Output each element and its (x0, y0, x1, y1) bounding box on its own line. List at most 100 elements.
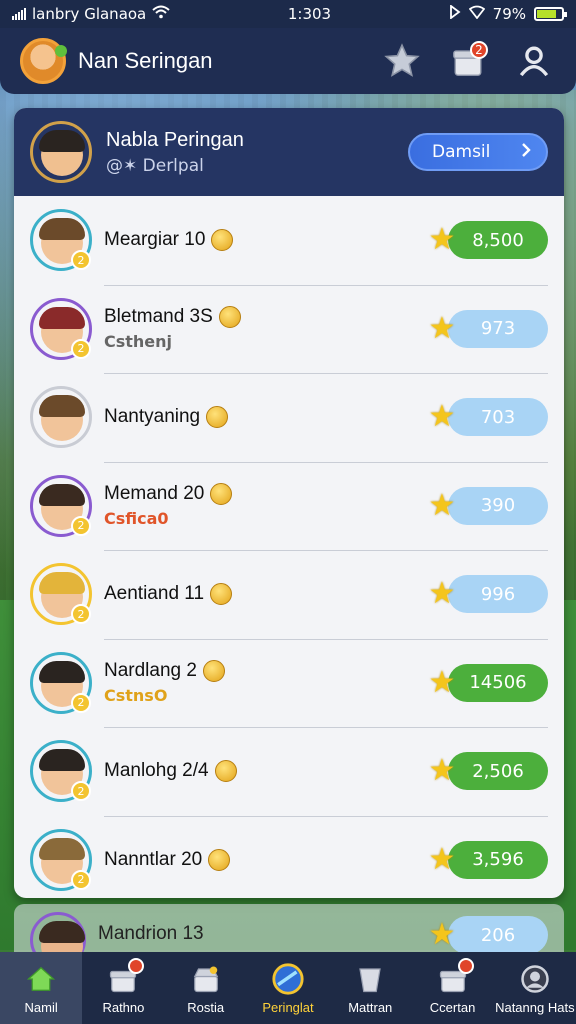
app-header: Nan Seringan 2 (0, 28, 576, 94)
row-score: ★ 703 (418, 398, 548, 437)
score-pill: 973 (448, 309, 548, 348)
row-name: Nardlang 2 (104, 660, 197, 682)
star-icon: ★ (428, 841, 456, 877)
row-subtitle: Csthenj (104, 332, 173, 352)
rank-badge: 2 (71, 515, 91, 536)
profile-icon (518, 962, 552, 996)
nav-label: Ccertan (429, 999, 476, 1015)
coin-icon (206, 406, 229, 429)
row-subtitle: Csfica0 (104, 509, 169, 529)
score-pill: 8,500 (448, 221, 548, 260)
avatar: 2 (30, 828, 92, 891)
avatar (30, 121, 92, 183)
chest-icon (189, 962, 223, 996)
peek-row-score: ★ 206 (418, 916, 548, 952)
nav-item-1[interactable]: Rathno (82, 952, 164, 1024)
rank-badge: 2 (71, 604, 91, 625)
chevron-right-icon (518, 142, 534, 163)
row-name-line: Manlohg 2/4 (104, 760, 418, 783)
row-name-line: Nardlang 2 (104, 660, 418, 683)
row-name: Nanntlar 20 (104, 848, 203, 870)
leaderboard-row[interactable]: 2 Bletmand 3S Csthenj ★ 973 (14, 284, 564, 374)
score-pill: 14506 (448, 663, 548, 702)
star-icon: ★ (428, 399, 456, 435)
rank-badge: 2 (71, 781, 91, 802)
avatar-hair (39, 483, 85, 506)
row-name-line: Bletmand 3S (104, 306, 418, 329)
star-icon: ★ (428, 576, 456, 612)
reward-box-icon (436, 957, 474, 996)
row-score: ★ 14506 (418, 663, 548, 702)
row-name-line: Memand 20 (104, 483, 418, 506)
leaderboard-row[interactable]: 2 Memand 20 Csfica0 ★ 390 (14, 461, 564, 551)
user-avatar-icon[interactable] (20, 38, 67, 84)
current-user-info: Nabla Peringan @✶ Derlpal (106, 129, 408, 176)
row-name: Manlohg 2/4 (104, 760, 209, 782)
peek-row[interactable]: Mandrion 13 ★ 206 (14, 904, 564, 952)
row-score: ★ 996 (418, 575, 548, 614)
battery-percent: 79% (492, 5, 526, 23)
avatar: 2 (30, 563, 92, 626)
row-name: Aentiand 11 (104, 583, 205, 605)
row-name-line: Nantyaning (104, 406, 418, 429)
leaderboard-row[interactable]: 2 Nanntlar 20 ★ 3,596 (14, 815, 564, 899)
avatar (30, 386, 92, 449)
row-score: ★ 8,500 (418, 221, 548, 260)
leaderboard-row[interactable]: Nantyaning ★ 703 (14, 373, 564, 462)
avatar: 2 (30, 740, 92, 803)
row-info: Aentiand 11 (104, 583, 418, 606)
avatar: 2 (30, 651, 92, 714)
app-title: Nan Seringan (78, 48, 213, 73)
star-icon[interactable] (380, 39, 424, 83)
leaderboard-row[interactable]: 2 Meargiar 10 ★ 8,500 (14, 196, 564, 285)
coin-icon (202, 660, 225, 683)
nav-label: Rostia (187, 999, 225, 1015)
location-icon (449, 4, 461, 23)
score-pill: 3,596 (448, 840, 548, 879)
avatar: 2 (30, 209, 92, 272)
row-score: ★ 2,506 (418, 752, 548, 791)
nav-label: Mattran (348, 999, 393, 1015)
leaderboard-list: 2 Meargiar 10 ★ 8,500 2 Bletmand 3S Csthenj ★ 97… (14, 196, 564, 898)
globe-icon (271, 962, 305, 996)
coin-icon (210, 483, 233, 506)
battery-icon (534, 7, 567, 21)
current-user-row[interactable]: Nabla Peringan @✶ Derlpal Damsil (14, 108, 564, 196)
star-icon: ★ (428, 917, 456, 952)
carrier-name: lanbry Glanaoa (32, 5, 147, 23)
nav-item-6[interactable]: Natanng Hats (494, 952, 576, 1024)
star-icon: ★ (428, 222, 456, 258)
leaderboard-card: Nabla Peringan @✶ Derlpal Damsil 2 Meargi… (14, 108, 564, 898)
nav-item-2[interactable]: Rostia (165, 952, 247, 1024)
gift-box-icon (106, 957, 145, 996)
leaderboard-row[interactable]: 2 Aentiand 11 ★ 996 (14, 550, 564, 639)
status-time: 1:303 (287, 5, 332, 23)
row-info: Memand 20 Csfica0 (104, 483, 418, 528)
status-bar: lanbry Glanaoa 1:303 79% (0, 0, 576, 28)
row-name: Meargiar 10 (104, 229, 206, 251)
coin-icon (210, 583, 233, 606)
row-name: Memand 20 (104, 483, 205, 505)
avatar-hair (39, 306, 85, 329)
leaderboard-row[interactable]: 2 Nardlang 2 CstnsO ★ 14506 (14, 638, 564, 728)
avatar-hair (39, 660, 85, 683)
row-name: Nantyaning (104, 406, 201, 428)
star-icon: ★ (428, 753, 456, 789)
nav-item-4[interactable]: Mattran (329, 952, 411, 1024)
profile-icon[interactable] (512, 39, 556, 83)
row-info: Manlohg 2/4 (104, 760, 418, 783)
avatar-hair (39, 130, 85, 152)
nav-item-5[interactable]: Ccertan (411, 952, 493, 1024)
score-pill: 206 (448, 916, 548, 952)
nav-item-0[interactable]: Namil (0, 952, 83, 1024)
signal-icon (12, 8, 26, 20)
row-name: Bletmand 3S (104, 306, 213, 328)
leaderboard-row[interactable]: 2 Manlohg 2/4 ★ 2,506 (14, 727, 564, 816)
avatar: 2 (30, 474, 92, 537)
coin-icon (208, 848, 231, 871)
coin-icon (214, 760, 237, 783)
nav-item-3[interactable]: Peringlat (247, 952, 329, 1024)
gift-box-icon[interactable]: 2 (446, 39, 490, 83)
current-user-action-button[interactable]: Damsil (408, 133, 548, 171)
wifi-icon (152, 5, 170, 23)
